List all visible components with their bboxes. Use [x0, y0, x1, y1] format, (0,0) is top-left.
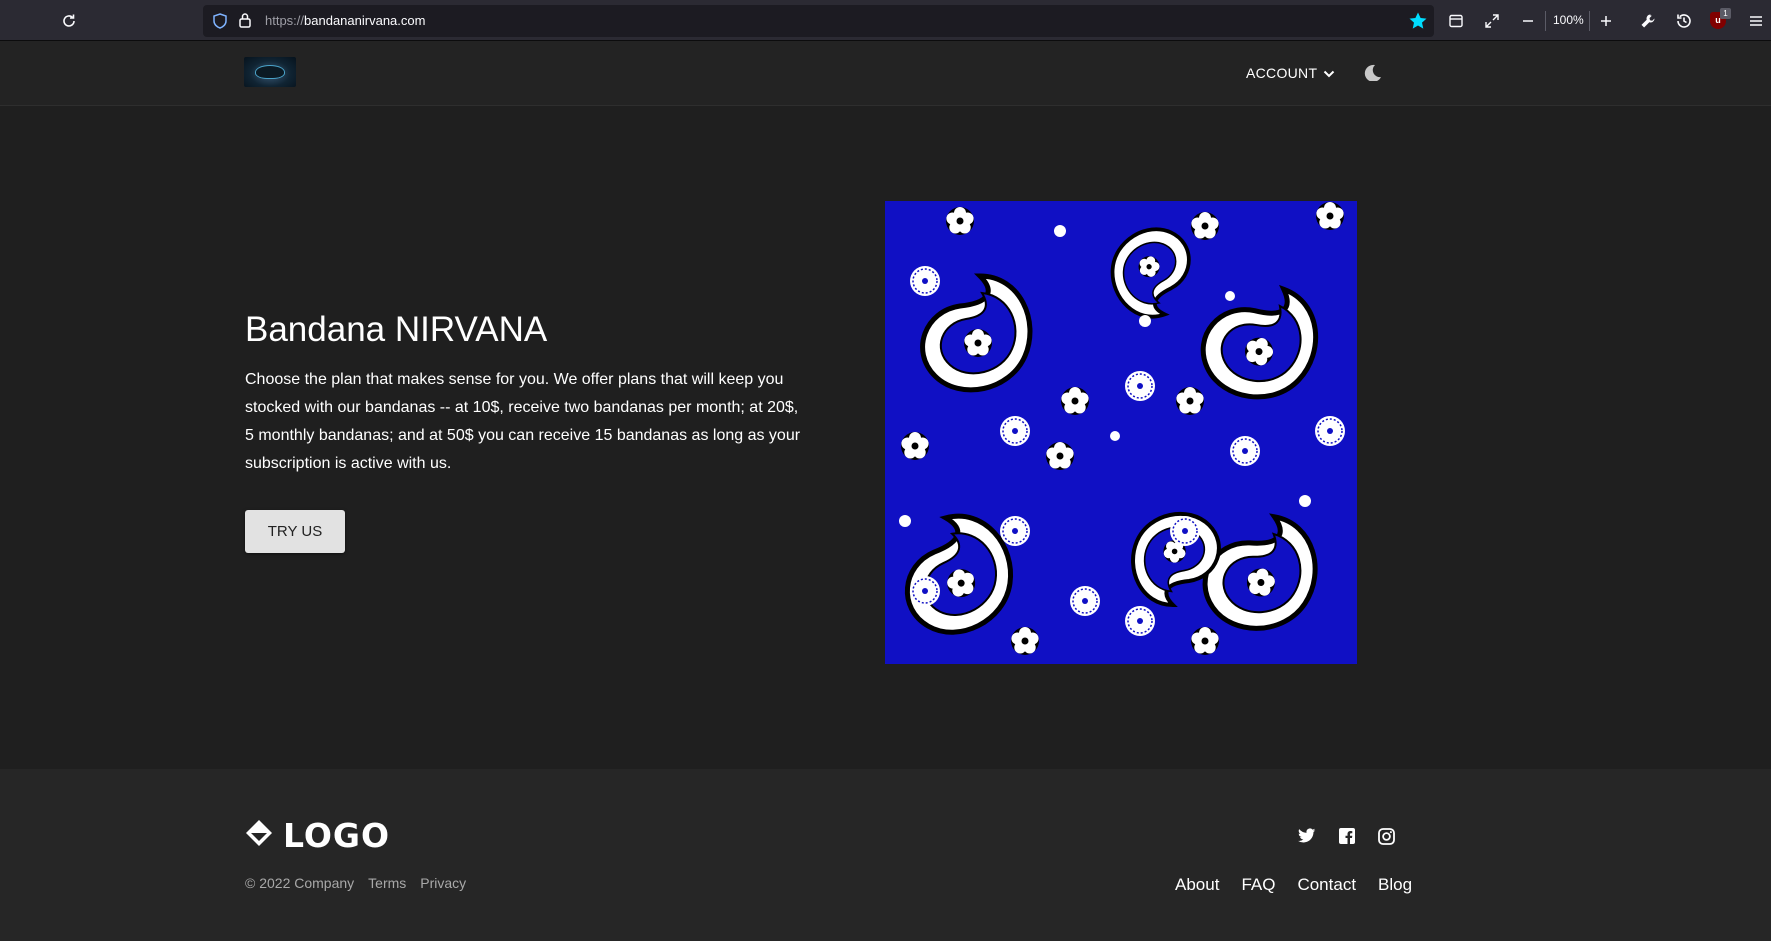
toolbar-divider: [1589, 11, 1590, 31]
bookmark-star-icon[interactable]: [1408, 11, 1428, 36]
footer-link-contact[interactable]: Contact: [1297, 875, 1356, 895]
hero-description: Choose the plan that makes sense for you…: [245, 371, 801, 472]
toolbar-divider: [1545, 11, 1546, 31]
copyright-text: © 2022 Company: [245, 875, 355, 891]
facebook-icon[interactable]: [1339, 828, 1355, 849]
fullscreen-icon[interactable]: [1479, 8, 1505, 34]
zoom-level[interactable]: 100%: [1553, 13, 1584, 27]
zoom-out-icon[interactable]: [1515, 8, 1541, 34]
site-header: ACCOUNT: [0, 41, 1771, 106]
hero-title: Bandana NIRVANA: [245, 310, 548, 349]
browser-toolbar: https://bandananirvana.com 100% u 1: [0, 0, 1771, 41]
zoom-in-icon[interactable]: [1593, 8, 1619, 34]
terms-link[interactable]: Terms: [368, 875, 406, 891]
reload-icon[interactable]: [56, 8, 82, 34]
try-us-button[interactable]: TRY US: [245, 510, 345, 553]
history-icon[interactable]: [1671, 8, 1697, 34]
instagram-icon[interactable]: [1378, 828, 1395, 850]
menu-icon[interactable]: [1743, 8, 1769, 34]
brand-logo-image: [256, 66, 284, 78]
address-bar[interactable]: https://bandananirvana.com: [203, 5, 1434, 37]
footer-logo[interactable]: LOGO: [245, 816, 390, 855]
moon-icon[interactable]: [1361, 62, 1383, 89]
footer-link-about[interactable]: About: [1175, 875, 1219, 895]
footer-legal: © 2022 Company Terms Privacy: [245, 875, 466, 891]
footer-link-faq[interactable]: FAQ: [1241, 875, 1275, 895]
lock-icon[interactable]: [238, 12, 252, 34]
wrench-icon[interactable]: [1635, 8, 1661, 34]
privacy-link[interactable]: Privacy: [420, 875, 466, 891]
twitter-icon[interactable]: [1298, 828, 1316, 849]
footer-nav: About FAQ Contact Blog: [1175, 875, 1412, 895]
site-footer: LOGO © 2022 Company Terms Privacy About …: [0, 769, 1771, 941]
ublock-extension-icon[interactable]: u 1: [1710, 8, 1731, 30]
footer-link-blog[interactable]: Blog: [1378, 875, 1412, 895]
diamond-logo-icon: [245, 819, 273, 852]
brand-logo[interactable]: [244, 57, 296, 87]
chevron-down-icon: [1323, 65, 1335, 81]
footer-logo-text: LOGO: [283, 816, 391, 855]
account-menu[interactable]: ACCOUNT: [1246, 65, 1335, 81]
extension-badge-count: 1: [1720, 8, 1731, 19]
url-text: https://bandananirvana.com: [265, 13, 426, 28]
account-label: ACCOUNT: [1246, 65, 1318, 81]
reader-view-icon[interactable]: [1443, 8, 1469, 34]
paisley-bandana-image: [885, 201, 1357, 664]
tracking-shield-icon[interactable]: [213, 13, 227, 34]
